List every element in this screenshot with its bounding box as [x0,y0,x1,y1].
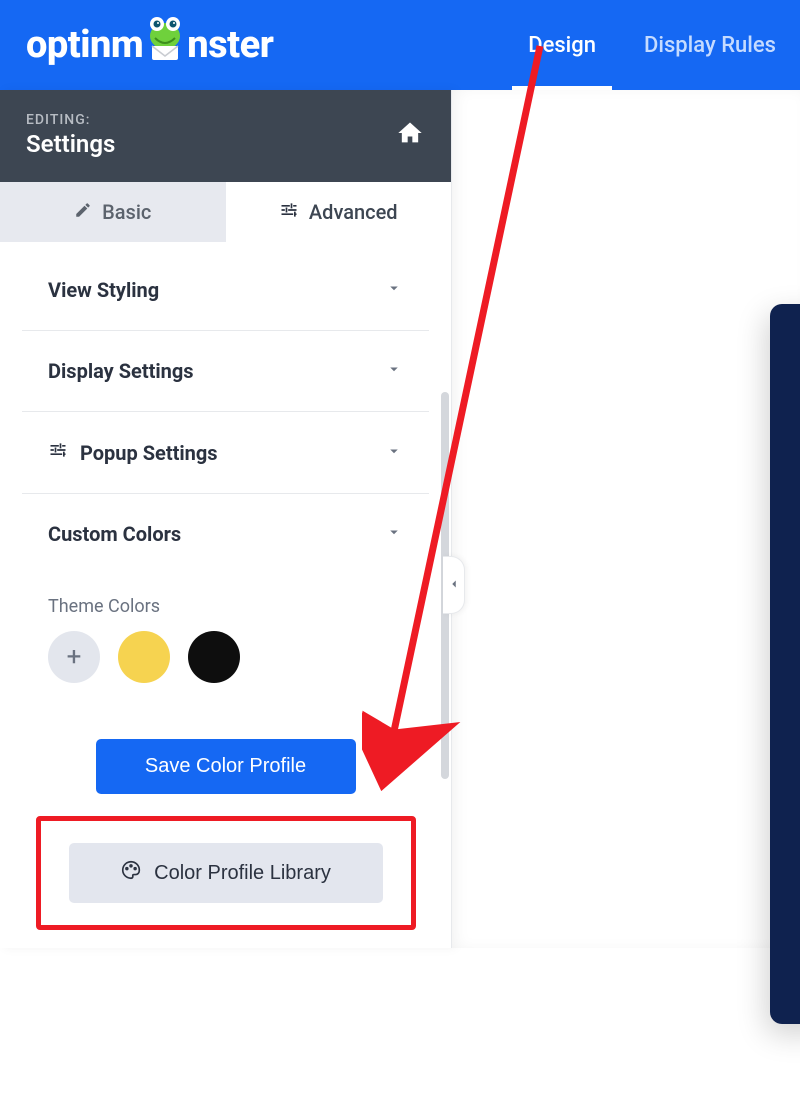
chevron-down-icon [385,522,403,546]
tab-design-label: Design [528,33,596,58]
palette-icon [120,859,142,887]
save-color-profile-label: Save Color Profile [145,755,306,777]
panel-display-settings[interactable]: Display Settings [22,331,429,412]
chevron-down-icon [385,278,403,302]
tab-display-rules[interactable]: Display Rules [620,0,800,90]
mode-tabs: Basic Advanced [0,182,451,242]
brand-text-right: nster [187,23,273,67]
mode-tab-advanced[interactable]: Advanced [226,182,452,242]
color-swatch-black[interactable] [188,631,240,683]
panel-view-styling[interactable]: View Styling [22,250,429,331]
tab-design[interactable]: Design [504,0,620,90]
theme-colors-label: Theme Colors [48,596,403,617]
theme-colors-section: Theme Colors + [22,574,429,699]
sidebar-header: EDITING: Settings [0,90,451,182]
mode-tab-advanced-label: Advanced [309,200,398,224]
sliders-icon [279,200,299,225]
top-nav: Design Display Rules [504,0,800,90]
panel-popup-settings[interactable]: Popup Settings [22,412,429,494]
panel-popup-settings-label: Popup Settings [80,441,218,465]
panel-display-settings-label: Display Settings [48,359,194,383]
mode-tab-basic[interactable]: Basic [0,182,226,242]
campaign-preview-edge [770,304,800,1024]
panel-view-styling-label: View Styling [48,278,159,302]
sliders-icon [48,440,68,465]
chevron-down-icon [385,359,403,383]
editing-label: EDITING: [26,112,115,128]
plus-icon: + [67,642,82,672]
pencil-icon [74,200,92,224]
brand-mascot-icon [141,16,189,66]
brand-text-left: optinm [26,23,143,67]
home-icon[interactable] [395,119,425,151]
color-swatch-yellow[interactable] [118,631,170,683]
color-profile-library-button[interactable]: Color Profile Library [69,843,383,903]
top-bar: optinm nster Design Display Rules [0,0,800,90]
settings-sidebar: EDITING: Settings Basic Advanced [0,90,452,948]
tab-display-rules-label: Display Rules [644,33,776,58]
editor-canvas[interactable] [452,90,800,948]
panel-list: View Styling Display Settings [0,242,451,970]
chevron-down-icon [385,441,403,465]
add-color-swatch[interactable]: + [48,631,100,683]
editing-title: Settings [26,130,115,158]
mode-tab-basic-label: Basic [102,200,151,224]
sidebar-scrollbar[interactable] [441,392,449,1095]
annotation-highlight-box: Color Profile Library [36,816,416,930]
collapse-sidebar-toggle[interactable] [443,556,465,614]
theme-color-swatches: + [48,631,403,683]
panel-custom-colors-label: Custom Colors [48,522,181,546]
save-color-profile-button[interactable]: Save Color Profile [96,739,356,794]
panel-custom-colors[interactable]: Custom Colors [22,494,429,574]
color-profile-library-label: Color Profile Library [154,862,331,885]
chevron-left-icon [447,576,461,595]
brand-logo: optinm nster [26,23,273,67]
